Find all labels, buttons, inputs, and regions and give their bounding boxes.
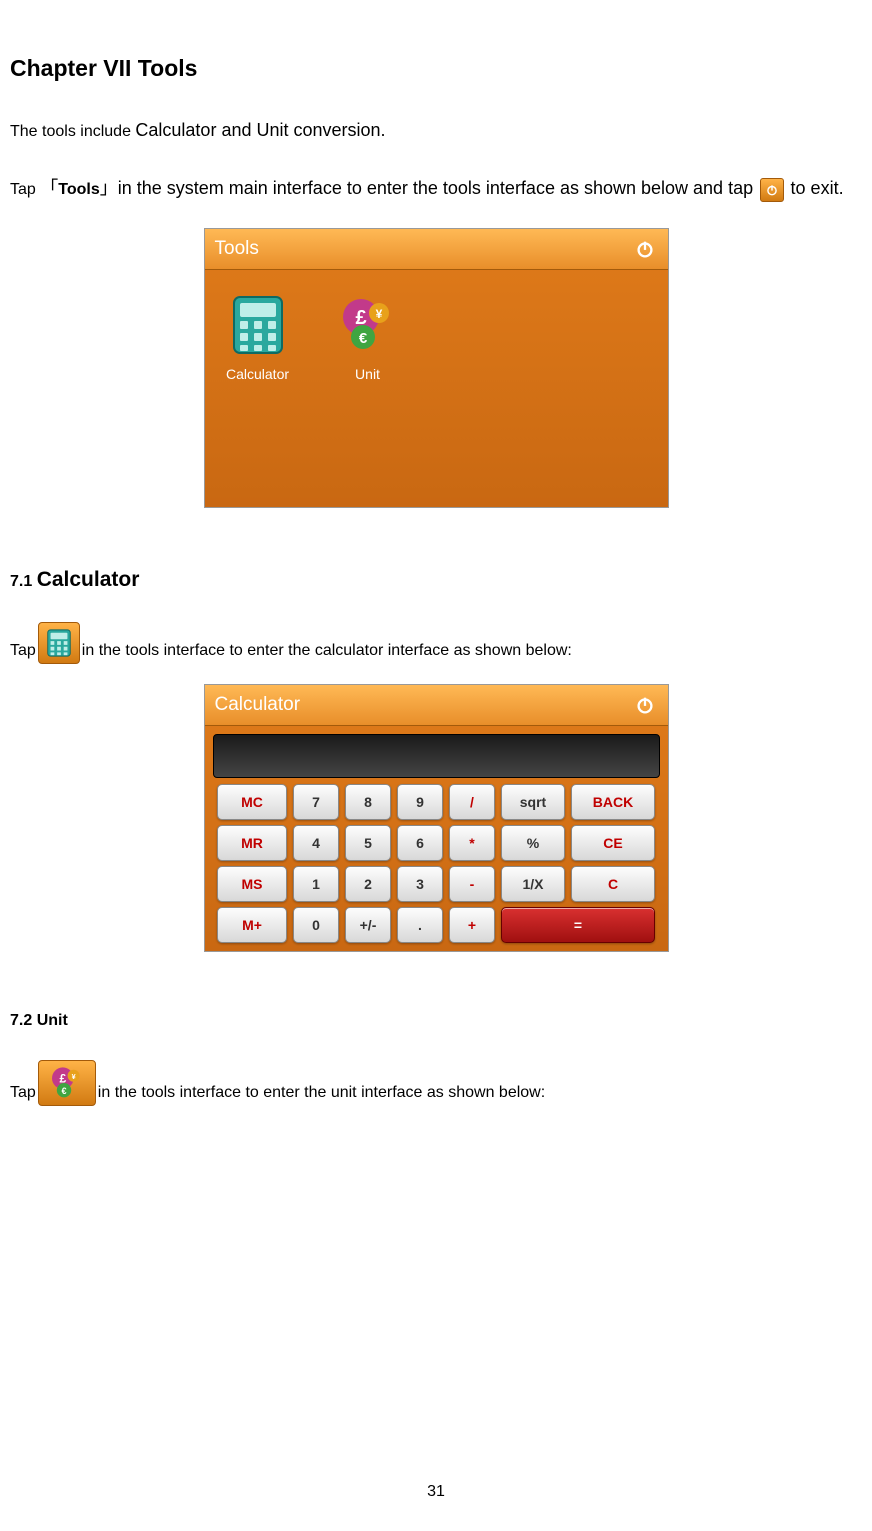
key-9[interactable]: 9 bbox=[397, 784, 443, 820]
tools-menu-name: Tools bbox=[58, 181, 99, 198]
page: Chapter VII Tools The tools include Calc… bbox=[0, 0, 872, 1531]
key-ce[interactable]: CE bbox=[571, 825, 655, 861]
key-7[interactable]: 7 bbox=[293, 784, 339, 820]
tools-titlebar: Tools bbox=[205, 229, 668, 270]
tools-tiles: Calculator £ ¥ € Unit bbox=[205, 270, 668, 507]
text: in the tools interface to enter the unit… bbox=[98, 1080, 545, 1106]
sec71-para: Tap in the tools interface to enter the … bbox=[10, 622, 862, 664]
key-1[interactable]: 1 bbox=[293, 866, 339, 902]
tile-calculator[interactable]: Calculator bbox=[223, 290, 293, 382]
key-percent[interactable]: % bbox=[501, 825, 565, 861]
key-4[interactable]: 4 bbox=[293, 825, 339, 861]
intro-para-1: The tools include Calculator and Unit co… bbox=[10, 112, 862, 150]
calc-titlebar: Calculator bbox=[205, 685, 668, 726]
key-sign[interactable]: +/- bbox=[345, 907, 391, 943]
svg-text:¥: ¥ bbox=[375, 307, 382, 321]
key-c[interactable]: C bbox=[571, 866, 655, 902]
calc-title: Calculator bbox=[215, 694, 301, 716]
text: in the tools interface to enter the calc… bbox=[82, 638, 572, 664]
key-2[interactable]: 2 bbox=[345, 866, 391, 902]
text: 「 bbox=[40, 178, 58, 198]
key-mc[interactable]: MC bbox=[217, 784, 287, 820]
text: in the system main interface to enter th… bbox=[118, 178, 758, 198]
text: to exit. bbox=[791, 178, 844, 198]
text: Tap bbox=[10, 1080, 36, 1106]
power-button[interactable] bbox=[632, 236, 658, 262]
power-button[interactable] bbox=[632, 692, 658, 718]
key-sqrt[interactable]: sqrt bbox=[501, 784, 565, 820]
key-mplus[interactable]: M+ bbox=[217, 907, 287, 943]
key-dot[interactable]: . bbox=[397, 907, 443, 943]
text: 」 bbox=[100, 178, 118, 198]
chapter-title: Chapter VII Tools bbox=[10, 55, 862, 82]
tools-screenshot: Tools Calculato bbox=[204, 228, 669, 508]
key-divide[interactable]: / bbox=[449, 784, 495, 820]
power-icon bbox=[760, 178, 784, 202]
key-3[interactable]: 3 bbox=[397, 866, 443, 902]
section-7-1: 7.1 Calculator bbox=[10, 568, 862, 592]
unit-icon: £ ¥ € bbox=[333, 290, 403, 360]
text: Tap bbox=[10, 181, 40, 198]
key-multiply[interactable]: * bbox=[449, 825, 495, 861]
text: Tap bbox=[10, 638, 36, 664]
section-number: 7.1 bbox=[10, 573, 37, 590]
key-reciprocal[interactable]: 1/X bbox=[501, 866, 565, 902]
text: The tools include bbox=[10, 123, 135, 140]
sec72-para: Tap £ ¥ € in the tools interface to ente… bbox=[10, 1060, 862, 1106]
key-plus[interactable]: + bbox=[449, 907, 495, 943]
unit-icon: £ ¥ € bbox=[38, 1060, 96, 1106]
calculator-screenshot: Calculator MC 7 8 9 / sqrt BACK MR 4 5 6… bbox=[204, 684, 669, 952]
key-minus[interactable]: - bbox=[449, 866, 495, 902]
text: Calculator and Unit conversion. bbox=[135, 120, 385, 140]
calculator-icon bbox=[223, 290, 293, 360]
key-8[interactable]: 8 bbox=[345, 784, 391, 820]
calc-display bbox=[213, 734, 660, 778]
page-number: 31 bbox=[0, 1483, 872, 1501]
section-title: Calculator bbox=[37, 568, 140, 591]
key-equals[interactable]: = bbox=[501, 907, 655, 943]
key-back[interactable]: BACK bbox=[571, 784, 655, 820]
intro-para-2: Tap 「Tools」in the system main interface … bbox=[10, 170, 862, 208]
calc-keypad: MC 7 8 9 / sqrt BACK MR 4 5 6 * % CE MS … bbox=[205, 784, 668, 943]
key-ms[interactable]: MS bbox=[217, 866, 287, 902]
tile-unit[interactable]: £ ¥ € Unit bbox=[333, 290, 403, 382]
key-0[interactable]: 0 bbox=[293, 907, 339, 943]
tools-title: Tools bbox=[215, 238, 259, 260]
key-5[interactable]: 5 bbox=[345, 825, 391, 861]
svg-text:¥: ¥ bbox=[71, 1071, 75, 1080]
svg-text:€: € bbox=[61, 1085, 66, 1095]
calculator-icon bbox=[38, 622, 80, 664]
tile-label: Calculator bbox=[226, 366, 289, 382]
tile-label: Unit bbox=[355, 366, 380, 382]
svg-text:€: € bbox=[358, 330, 367, 347]
key-6[interactable]: 6 bbox=[397, 825, 443, 861]
section-7-2: 7.2 Unit bbox=[10, 1012, 862, 1030]
key-mr[interactable]: MR bbox=[217, 825, 287, 861]
